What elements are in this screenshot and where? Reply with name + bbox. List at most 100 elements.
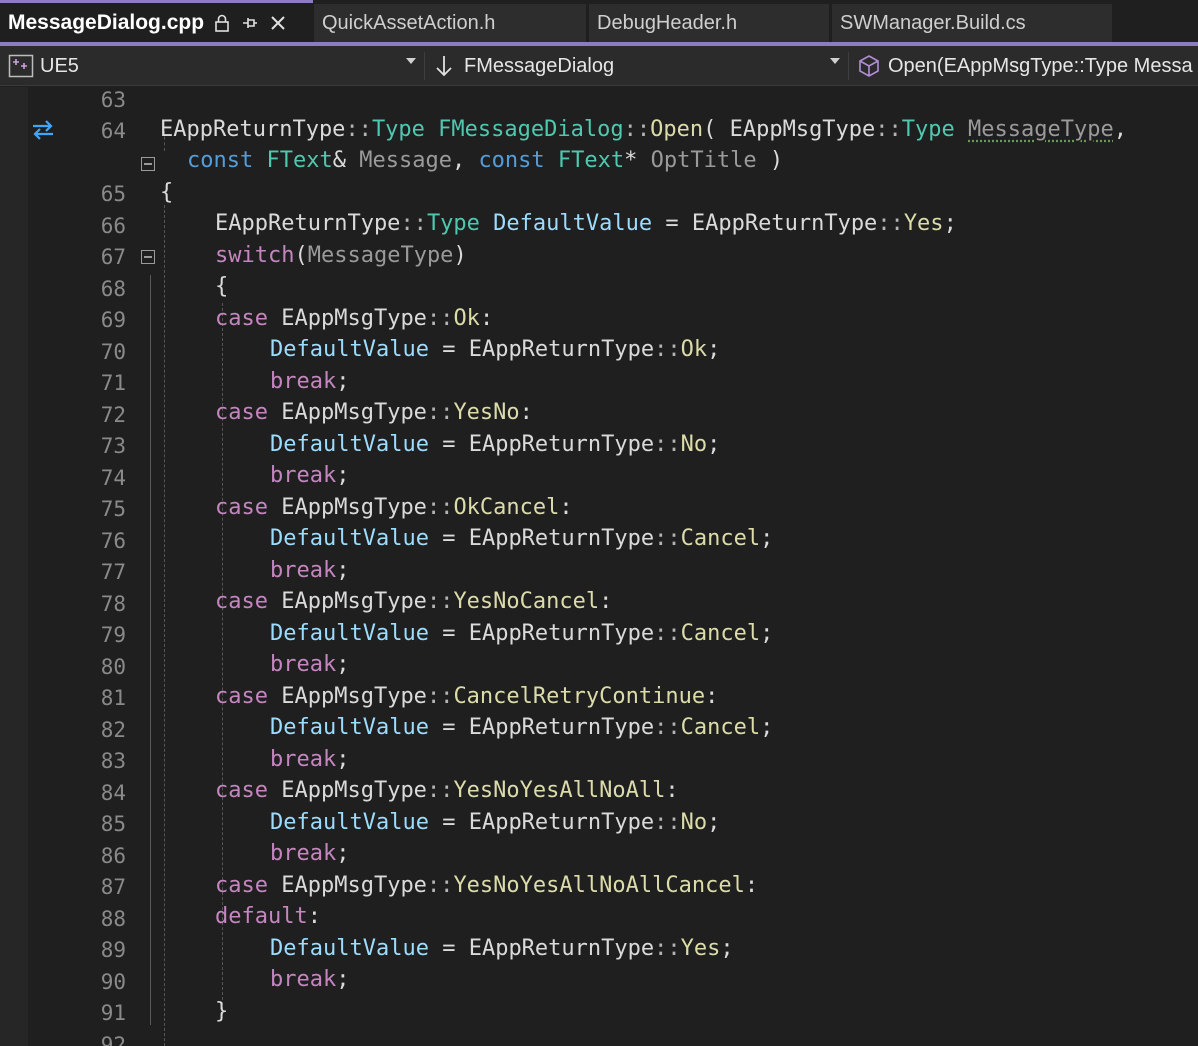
code-token: : <box>744 873 759 898</box>
code-line[interactable]: EAppReturnType::Type FMessageDialog::Ope… <box>160 117 1127 142</box>
code-token: Cancel <box>680 621 761 646</box>
swap-header-source-icon[interactable] <box>30 119 56 141</box>
code-token: = <box>428 337 469 362</box>
code-token: Cancel <box>680 715 761 740</box>
code-token: = <box>428 936 469 961</box>
tab-swmanager-build-cs[interactable]: SWManager.Build.cs <box>832 4 1112 42</box>
code-token: YesNoYesAllNoAllCancel <box>453 873 745 898</box>
code-line[interactable]: break; <box>270 747 349 772</box>
code-token: ; <box>336 841 350 866</box>
code-token: :: <box>654 526 681 551</box>
code-line[interactable]: DefaultValue = EAppReturnType::Ok; <box>270 337 720 362</box>
line-number: 78 <box>100 592 126 616</box>
code-line[interactable]: { <box>160 180 173 205</box>
code-line[interactable]: break; <box>270 652 349 677</box>
line-number: 91 <box>100 1001 126 1025</box>
code-token: : <box>599 589 613 614</box>
code-line[interactable]: DefaultValue = EAppReturnType::No; <box>270 810 720 835</box>
line-number: 72 <box>100 403 126 427</box>
code-token: = <box>652 211 692 236</box>
code-line[interactable]: case EAppMsgType::YesNoYesAllNoAllCancel… <box>215 873 758 898</box>
code-line[interactable]: } <box>215 999 228 1024</box>
line-number: 83 <box>100 749 126 773</box>
nav-divider <box>848 52 849 80</box>
code-line[interactable]: const FText& Message, const FText* OptTi… <box>187 148 783 173</box>
code-token: Type <box>371 117 425 142</box>
scope-name: FMessageDialog <box>464 54 615 77</box>
code-token: : <box>307 904 321 929</box>
code-line[interactable]: case EAppMsgType::YesNoYesAllNoAll: <box>215 778 679 803</box>
code-token: ; <box>707 810 721 835</box>
tab-messagedialog-cpp[interactable]: MessageDialog.cpp <box>0 0 313 42</box>
code-line[interactable]: case EAppMsgType::CancelRetryContinue: <box>215 684 718 709</box>
code-token: ; <box>760 621 774 646</box>
code-token: break <box>270 967 337 992</box>
line-number: 82 <box>100 718 126 742</box>
code-line[interactable]: DefaultValue = EAppReturnType::Yes; <box>270 936 734 961</box>
code-token: ; <box>760 715 774 740</box>
tab-label: DebugHeader.h <box>597 11 738 34</box>
code-token: EAppReturnType <box>215 211 401 236</box>
code-token: EAppReturnType <box>160 117 346 142</box>
line-number: 63 <box>100 88 126 112</box>
chevron-down-icon[interactable] <box>830 58 840 64</box>
code-token: CancelRetryContinue <box>453 684 706 709</box>
line-number: 92 <box>100 1033 126 1046</box>
project-dropdown[interactable]: UE5 <box>8 50 418 82</box>
code-token: : <box>665 778 679 803</box>
code-line[interactable]: default: <box>215 904 321 929</box>
code-line[interactable]: DefaultValue = EAppReturnType::Cancel; <box>270 715 773 740</box>
code-token: : <box>479 306 494 331</box>
code-line[interactable]: case EAppMsgType::YesNo: <box>215 400 533 425</box>
pin-icon[interactable] <box>240 13 260 33</box>
lock-icon <box>212 13 232 33</box>
collapse-icon[interactable] <box>141 250 155 264</box>
scope-dropdown[interactable]: FMessageDialog <box>432 50 842 82</box>
collapse-icon[interactable] <box>141 157 155 171</box>
code-token: ; <box>336 967 350 992</box>
code-token: = <box>428 526 469 551</box>
tab-debugheader-h[interactable]: DebugHeader.h <box>589 4 829 42</box>
code-line[interactable]: break; <box>270 841 349 866</box>
code-line[interactable]: break; <box>270 967 349 992</box>
close-icon[interactable] <box>268 13 288 33</box>
code-line[interactable]: { <box>215 274 228 299</box>
code-line[interactable]: case EAppMsgType::YesNoCancel: <box>215 589 612 614</box>
code-line[interactable]: break; <box>270 558 349 583</box>
code-line[interactable]: break; <box>270 463 349 488</box>
code-line[interactable]: DefaultValue = EAppReturnType::Cancel; <box>270 526 773 551</box>
code-token: Cancel <box>680 526 761 551</box>
code-line[interactable]: break; <box>270 369 349 394</box>
code-line[interactable]: case EAppMsgType::Ok: <box>215 306 493 331</box>
code-token: FText <box>557 148 625 173</box>
code-line[interactable]: case EAppMsgType::OkCancel: <box>215 495 573 520</box>
chevron-down-icon[interactable] <box>406 58 416 64</box>
code-line[interactable]: DefaultValue = EAppReturnType::Cancel; <box>270 621 773 646</box>
tab-label: MessageDialog.cpp <box>8 10 205 34</box>
cpp-project-icon <box>8 54 34 78</box>
line-number: 64 <box>100 119 126 143</box>
code-token: Type <box>426 211 480 236</box>
code-editor[interactable]: 63 64 65 66 67 68 69 70 71 72 73 74 75 7… <box>0 87 1198 1046</box>
code-token: break <box>270 841 337 866</box>
code-line[interactable]: DefaultValue = EAppReturnType::No; <box>270 432 720 457</box>
code-token: EAppReturnType <box>468 936 655 961</box>
code-token: :: <box>654 715 681 740</box>
line-number: 71 <box>100 371 126 395</box>
line-number: 90 <box>100 970 126 994</box>
code-token: Yes <box>903 211 944 236</box>
nav-divider <box>424 52 425 80</box>
member-dropdown[interactable]: Open(EAppMsgType::Type Messa <box>856 50 1198 82</box>
code-token: ; <box>336 463 350 488</box>
code-token: :: <box>875 117 902 142</box>
navigation-bar: UE5 FMessageDialog Open(EAppMsgType::Typ… <box>0 46 1198 86</box>
code-line[interactable]: EAppReturnType::Type DefaultValue = EApp… <box>215 211 957 236</box>
tab-quickassetaction-h[interactable]: QuickAssetAction.h <box>314 4 586 42</box>
code-token: :: <box>400 211 427 236</box>
code-line[interactable]: switch(MessageType) <box>215 243 467 268</box>
